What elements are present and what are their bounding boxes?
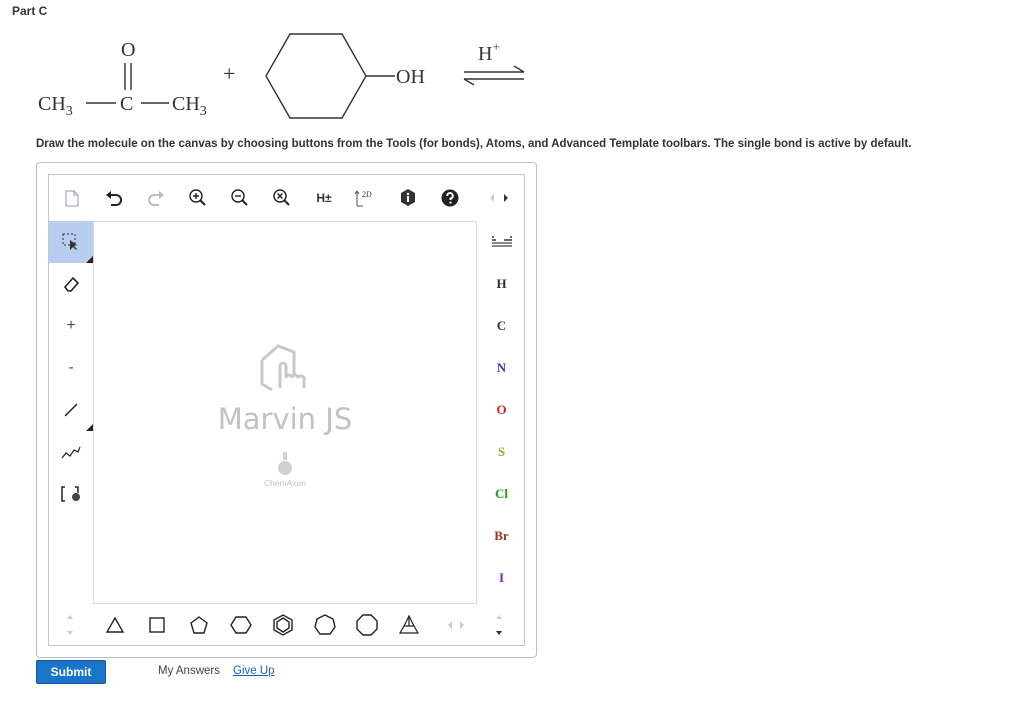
carbonyl-carbon: C — [120, 93, 133, 115]
top-toolbar: H± 2D — [49, 175, 524, 221]
periodic-table-icon[interactable] — [479, 221, 524, 263]
zoom-in-icon[interactable] — [185, 185, 211, 211]
atom-n-button[interactable]: N — [479, 347, 524, 389]
part-title: Part C — [12, 4, 48, 18]
atom-br-button[interactable]: Br — [479, 515, 524, 557]
toolbar-scroll-arrows[interactable] — [481, 185, 517, 211]
marvin-js-watermark: Marvin JS — [217, 402, 353, 436]
atom-i-button[interactable]: I — [479, 557, 524, 599]
atom-c-button[interactable]: C — [479, 305, 524, 347]
instructions-text: Draw the molecule on the canvas by choos… — [36, 138, 912, 150]
info-icon[interactable] — [395, 185, 421, 211]
svg-text:CH3: CH3 — [172, 93, 207, 119]
atom-o-button[interactable]: O — [479, 389, 524, 431]
help-icon[interactable] — [437, 185, 463, 211]
svg-text:H+: H+ — [478, 39, 500, 65]
hydroxyl-group: OH — [396, 66, 425, 88]
cyclopentane-template-icon[interactable] — [186, 612, 212, 638]
new-document-icon[interactable] — [59, 185, 85, 211]
my-answers-label[interactable]: My Answers — [158, 665, 220, 677]
cyclohexane-template-icon[interactable] — [228, 612, 254, 638]
zoom-reset-icon[interactable] — [269, 185, 295, 211]
atom-cl-button[interactable]: Cl — [479, 473, 524, 515]
increase-charge-button[interactable]: + — [49, 305, 93, 347]
hydrogen-toggle-button[interactable]: H± — [311, 185, 337, 211]
clean-2d-button[interactable]: 2D — [353, 185, 379, 211]
templates-scroll-arrows[interactable] — [441, 612, 471, 638]
plus-sign: + — [223, 61, 235, 86]
benzene-template-icon[interactable] — [270, 612, 296, 638]
cyclooctane-template-icon[interactable] — [354, 612, 380, 638]
submit-button[interactable]: Submit — [36, 660, 106, 684]
single-bond-button[interactable] — [49, 389, 93, 431]
zoom-out-icon[interactable] — [227, 185, 253, 211]
cyclohexane-ring — [265, 33, 367, 119]
right-methyl: CH3 — [172, 93, 207, 119]
marvin-editor: H± 2D + - Marvin JS ChemAxon H C N O S C… — [36, 162, 537, 658]
selection-tool-button[interactable] — [49, 221, 93, 263]
tool-menu-indicator — [86, 256, 93, 263]
redo-icon[interactable] — [143, 185, 169, 211]
cyclobutane-template-icon[interactable] — [144, 612, 170, 638]
cycloheptane-template-icon[interactable] — [312, 612, 338, 638]
drawing-canvas[interactable]: Marvin JS ChemAxon — [93, 221, 477, 604]
give-up-link[interactable]: Give Up — [233, 665, 275, 677]
chemaxon-logo-icon — [278, 452, 292, 475]
editor-frame: H± 2D + - Marvin JS ChemAxon H C N O S C… — [48, 174, 525, 646]
catalyst-label: H+ — [478, 39, 500, 65]
left-toolbar: + - — [49, 221, 93, 601]
bicyclic-template-icon[interactable] — [396, 612, 422, 638]
decrease-charge-button[interactable]: - — [49, 347, 93, 389]
left-methyl: CH3 — [38, 93, 73, 119]
marvin-logo-icon — [260, 344, 306, 392]
undo-icon[interactable] — [101, 185, 127, 211]
cyclopropane-template-icon[interactable] — [102, 612, 128, 638]
left-toolbar-scroll-arrows[interactable] — [63, 612, 77, 638]
svg-text:2D: 2D — [362, 190, 372, 199]
atom-s-button[interactable]: S — [479, 431, 524, 473]
atoms-toolbar: H C N O S Cl Br I — [479, 221, 524, 601]
sgroup-bracket-button[interactable] — [49, 473, 93, 515]
chemaxon-watermark: ChemAxon — [263, 478, 307, 488]
atoms-scroll-arrows[interactable] — [492, 612, 506, 638]
tool-menu-indicator — [86, 424, 93, 431]
templates-toolbar — [49, 605, 524, 645]
reaction-scheme: O CH3 C CH3 + OH H+ — [38, 33, 525, 119]
chain-tool-button[interactable] — [49, 431, 93, 473]
equilibrium-arrow — [463, 65, 525, 86]
atom-h-button[interactable]: H — [479, 263, 524, 305]
carbonyl-oxygen: O — [121, 39, 135, 61]
svg-text:CH3: CH3 — [38, 93, 73, 119]
eraser-tool-button[interactable] — [49, 263, 93, 305]
